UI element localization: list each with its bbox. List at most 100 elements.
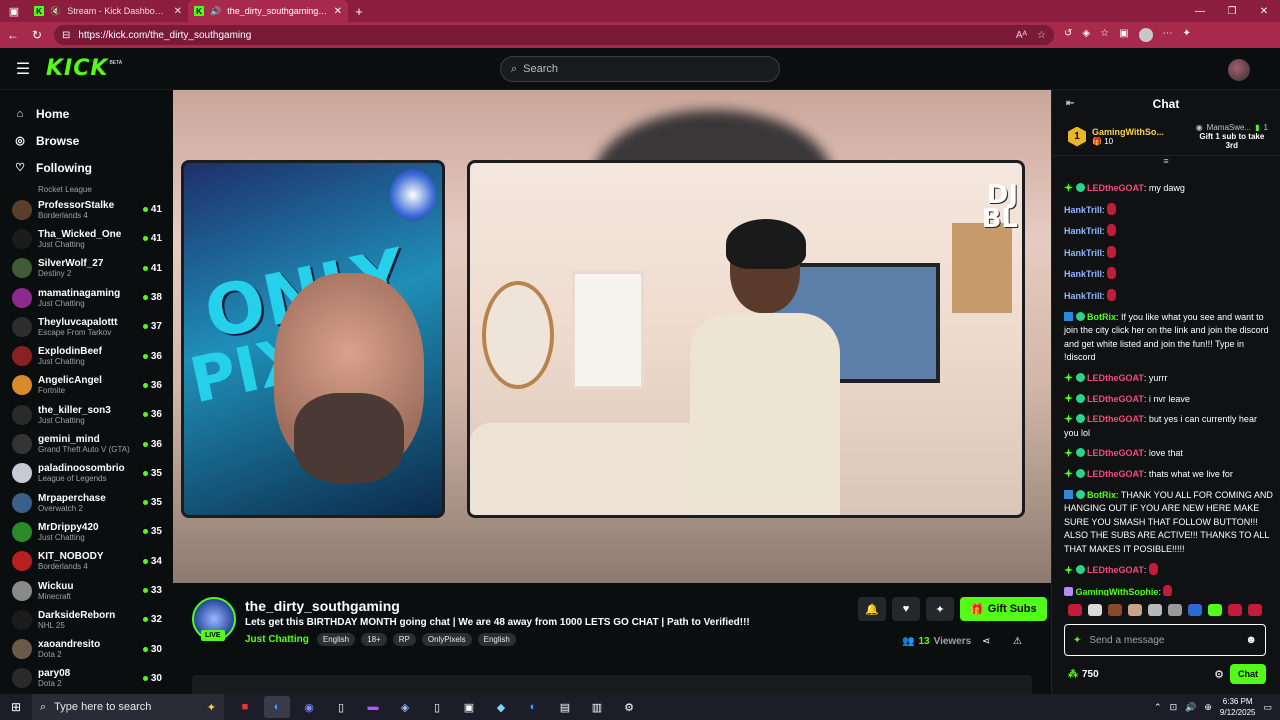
chat-username[interactable]: HankTrill	[1064, 205, 1102, 215]
favorites-icon[interactable]: ☆	[1100, 28, 1109, 42]
copilot-icon[interactable]: ✦	[1183, 28, 1191, 42]
tab-stream[interactable]: K 🔊 the_dirty_southgaming Strea ✕	[188, 0, 348, 22]
extension-icon[interactable]: ↺	[1064, 28, 1072, 42]
speaker-icon[interactable]: 🔊	[210, 6, 221, 17]
emote-icon[interactable]	[1248, 604, 1262, 616]
chat-filter-icon[interactable]: ≡	[1052, 156, 1280, 170]
maximize-icon[interactable]: ❐	[1216, 6, 1248, 17]
read-aloud-icon[interactable]: Aᴬ	[1016, 30, 1027, 41]
chat-username[interactable]: LEDtheGOAT	[1087, 373, 1144, 383]
file-icon[interactable]: ▯	[328, 696, 354, 718]
clip-button[interactable]: ✦	[926, 597, 954, 621]
tray-icon[interactable]: ⊕	[1204, 702, 1212, 713]
edge-icon[interactable]: ◐	[264, 696, 290, 718]
tab-actions-icon[interactable]: ▣	[0, 0, 28, 22]
sidebar-channel-item[interactable]: gemini_mind Grand Theft Auto V (GTA) 36	[0, 429, 172, 458]
clock[interactable]: 6:36 PM 9/12/2025	[1220, 696, 1256, 718]
discord-icon[interactable]: ◉	[296, 696, 322, 718]
emote-icon[interactable]	[1108, 604, 1122, 616]
search-bar[interactable]: ⌕ Search	[500, 56, 780, 82]
chat-input[interactable]: ✦ Send a message ☻	[1064, 624, 1266, 656]
tag-chip[interactable]: OnlyPixels	[421, 633, 472, 646]
sidebar-channel-item[interactable]: the_killer_son3 Just Chatting 36	[0, 400, 172, 429]
chat-username[interactable]: LEDtheGOAT	[1087, 394, 1144, 404]
user-avatar[interactable]	[1228, 59, 1250, 81]
send-chat-button[interactable]: Chat	[1230, 664, 1266, 684]
emote-icon[interactable]	[1208, 604, 1222, 616]
sidebar-channel-item[interactable]: AngelicAngel Fortnite 36	[0, 371, 172, 400]
url-field[interactable]: ⊟ https://kick.com/the_dirty_southgaming…	[54, 25, 1054, 45]
notifications-icon[interactable]: ▭	[1263, 702, 1272, 713]
second-leader-user[interactable]: MamaSwe...	[1207, 123, 1251, 132]
network-icon[interactable]: ⊡	[1170, 702, 1178, 713]
video-player[interactable]: ONLY PIX DJ BL	[173, 90, 1051, 583]
chat-username[interactable]: LEDtheGOAT	[1087, 183, 1144, 193]
sidebar-item-home[interactable]: ⌂ Home	[14, 100, 158, 127]
gift-subs-button[interactable]: 🎁 Gift Subs	[960, 597, 1047, 621]
streamer-name[interactable]: the_dirty_southgaming	[245, 598, 400, 614]
chat-username[interactable]: LEDtheGOAT	[1087, 448, 1144, 458]
new-tab-button[interactable]: +	[348, 4, 370, 19]
app-icon[interactable]: ▤	[552, 696, 578, 718]
sidebar-channel-item[interactable]: xaoandresito Dota 2 30	[0, 634, 172, 663]
channel-points[interactable]: ⁂ 750	[1068, 669, 1099, 680]
app-icon[interactable]: ▣	[456, 696, 482, 718]
emote-icon[interactable]	[1088, 604, 1102, 616]
chat-username[interactable]: BotRix	[1087, 312, 1116, 322]
notification-bell-button[interactable]: 🔔	[858, 597, 886, 621]
sidebar-channel-item[interactable]: MrDrippy420 Just Chatting 35	[0, 517, 172, 546]
refresh-icon[interactable]: ↻	[30, 28, 44, 42]
leader-user[interactable]: GamingWithSo...	[1092, 127, 1164, 137]
sidebar-channel-item[interactable]: paladinoosombrio League of Legends 35	[0, 459, 172, 488]
hamburger-menu-icon[interactable]: ☰	[0, 59, 46, 79]
chat-username[interactable]: HankTrill	[1064, 226, 1102, 236]
sidebar-channel-item[interactable]: mamatinagaming Just Chatting 38	[0, 283, 172, 312]
report-icon[interactable]: ⚠	[1013, 636, 1022, 647]
emote-icon[interactable]	[1188, 604, 1202, 616]
sidebar-channel-item[interactable]: ExplodinBeef Just Chatting 36	[0, 341, 172, 370]
minimize-icon[interactable]: —	[1184, 6, 1216, 17]
file-icon[interactable]: ▯	[424, 696, 450, 718]
sidebar-channel-item[interactable]: pary08 Dota 2 30	[0, 664, 172, 693]
emote-icon[interactable]	[1228, 604, 1242, 616]
sidebar-channel-item[interactable]: SilverWolf_27 Destiny 2 41	[0, 254, 172, 283]
app-icon[interactable]: ■	[232, 696, 258, 718]
mute-icon[interactable]: 🔇	[50, 6, 61, 17]
sidebar-channel-item[interactable]: DarksideReborn NHL 25 32	[0, 605, 172, 634]
tag-chip[interactable]: 18+	[361, 633, 387, 646]
chat-username[interactable]: HankTrill	[1064, 248, 1102, 258]
emote-icon[interactable]	[1068, 604, 1082, 616]
search-input[interactable]: Search	[523, 63, 558, 75]
close-tab-icon[interactable]: ✕	[174, 6, 182, 17]
follow-heart-button[interactable]: ♥	[892, 597, 920, 621]
edge-icon[interactable]: ◐	[520, 696, 546, 718]
tag-chip[interactable]: English	[316, 633, 356, 646]
app-icon[interactable]: ◆	[488, 696, 514, 718]
sidebar-item-browse[interactable]: ◎ Browse	[14, 127, 158, 154]
profile-avatar[interactable]	[1138, 28, 1153, 42]
emote-icon[interactable]	[1128, 604, 1142, 616]
sidebar-channel-item[interactable]: Theyluvcapalottt Escape From Tarkov 37	[0, 312, 172, 341]
steam-icon[interactable]: ◈	[392, 696, 418, 718]
chat-username[interactable]: LEDtheGOAT	[1087, 469, 1144, 479]
taskbar-search[interactable]: ⌕ Type here to search ✦	[32, 694, 224, 720]
more-menu-icon[interactable]: ⋯	[1163, 28, 1173, 42]
chat-username[interactable]: GamingWithSophie	[1076, 587, 1159, 596]
emote-icon[interactable]	[1148, 604, 1162, 616]
chat-username[interactable]: HankTrill	[1064, 291, 1102, 301]
sidebar-channel-item[interactable]: KIT_NOBODY Borderlands 4 34	[0, 547, 172, 576]
collections-icon[interactable]: ▣	[1119, 28, 1128, 42]
close-window-icon[interactable]: ✕	[1248, 6, 1280, 17]
volume-icon[interactable]: 🔊	[1185, 702, 1196, 713]
site-info-icon[interactable]: ⊟	[62, 30, 70, 41]
chat-username[interactable]: LEDtheGOAT	[1087, 565, 1144, 575]
favorite-star-icon[interactable]: ☆	[1037, 30, 1046, 41]
app-icon[interactable]: ▬	[360, 696, 386, 718]
app-icon[interactable]: ▥	[584, 696, 610, 718]
tag-chip[interactable]: RP	[392, 633, 416, 646]
emoji-icon[interactable]: ☻	[1245, 634, 1257, 646]
back-arrow-icon[interactable]: ←	[6, 28, 20, 42]
tray-chevron-icon[interactable]: ⌃	[1154, 702, 1162, 713]
close-tab-icon[interactable]: ✕	[334, 6, 342, 17]
share-icon[interactable]: ⋖	[982, 636, 990, 647]
